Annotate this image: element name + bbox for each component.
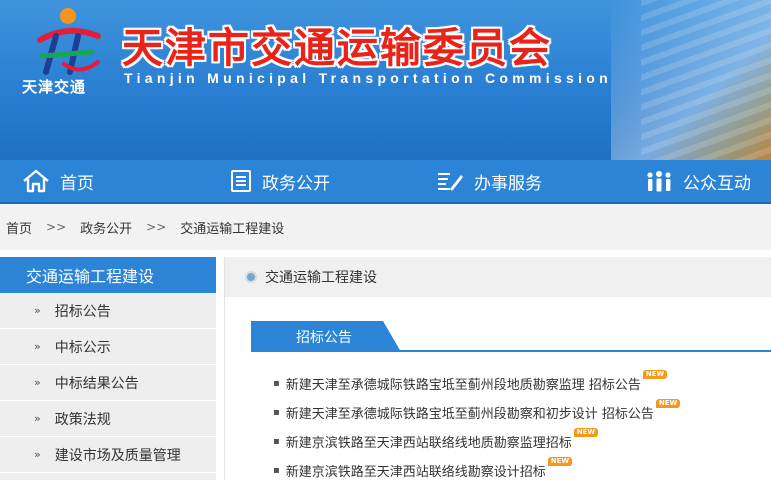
breadcrumb-government[interactable]: 政务公开 — [80, 218, 132, 237]
sidebar-item-policy[interactable]: » 政策法规 — [0, 401, 216, 437]
nav-item-label: 政务公开 — [262, 173, 330, 194]
sidebar-item-label: 建设市场及质量管理 — [54, 447, 181, 464]
home-icon — [23, 169, 49, 193]
sidebar-item-label: 政策法规 — [54, 411, 111, 428]
breadcrumb-home[interactable]: 首页 — [6, 218, 32, 237]
breadcrumb-current[interactable]: 交通运输工程建设 — [180, 218, 284, 237]
list-item-title[interactable]: 新建京滨铁路至天津西站联络线勘察设计招标 — [286, 461, 546, 480]
chevron-right-icon: » — [34, 412, 41, 425]
square-bullet-icon: ▪ — [273, 407, 280, 418]
nav-item-label: 首页 — [60, 173, 94, 194]
breadcrumb-separator: >> — [46, 220, 67, 234]
sidebar-item-label: 中标公示 — [54, 339, 111, 356]
sidebar-item-market-quality[interactable]: » 建设市场及质量管理 — [0, 437, 216, 473]
chevron-right-icon: » — [34, 340, 41, 353]
nav-item-label: 办事服务 — [474, 173, 542, 194]
list-item-title[interactable]: 新建京滨铁路至天津西站联络线地质勘察监理招标 — [286, 432, 572, 451]
header-banner: 天津交通 天津市交通运输委员会 Tianjin Municipal Transp… — [0, 0, 771, 160]
edit-icon — [438, 173, 463, 191]
notice-list: ▪ 新建天津至承德城际铁路宝坻至蓟州段地质勘察监理 招标公告 NEW ▪ 新建天… — [273, 369, 681, 485]
new-badge: NEW — [547, 457, 573, 466]
list-item-title[interactable]: 新建天津至承德城际铁路宝坻至蓟州段地质勘察监理 招标公告 — [286, 374, 641, 393]
sidebar-item-bidding-notice[interactable]: » 招标公告 — [0, 293, 216, 329]
nav-item-interaction[interactable]: 公众互动 — [645, 160, 751, 202]
list-item[interactable]: ▪ 新建天津至承德城际铁路宝坻至蓟州段勘察和初步设计 招标公告 NEW — [273, 398, 681, 427]
sidebar: 交通运输工程建设 » 招标公告 » 中标公示 » 中标结果公告 » 政策法规 »… — [0, 257, 216, 480]
tab-bidding-notice[interactable]: 招标公告 — [251, 321, 401, 352]
new-badge: NEW — [573, 428, 599, 437]
chevron-right-icon: » — [34, 304, 41, 317]
list-item-title[interactable]: 新建天津至承德城际铁路宝坻至蓟州段勘察和初步设计 招标公告 — [286, 403, 654, 422]
breadcrumb: 首页 >> 政务公开 >> 交通运输工程建设 — [0, 204, 771, 250]
bullet-dot-icon — [245, 271, 257, 283]
sidebar-item-award-publicity[interactable]: » 中标公示 — [0, 329, 216, 365]
list-item[interactable]: ▪ 新建天津至承德城际铁路宝坻至蓟州段地质勘察监理 招标公告 NEW — [273, 369, 680, 398]
main-nav: 首页 政务公开 办事服务 公众互动 — [0, 160, 771, 204]
sidebar-item-award-result[interactable]: » 中标结果公告 — [0, 365, 216, 401]
square-bullet-icon: ▪ — [273, 378, 280, 389]
sidebar-item-label: 中标结果公告 — [54, 375, 139, 392]
logo-emblem-icon — [37, 8, 101, 75]
sidebar-item-label: 招标公告 — [54, 303, 111, 320]
section-header: 交通运输工程建设 — [225, 257, 771, 297]
logo-caption: 天津交通 — [22, 78, 87, 96]
square-bullet-icon: ▪ — [273, 465, 280, 476]
nav-item-government[interactable]: 政务公开 — [230, 160, 330, 202]
nav-item-label: 公众互动 — [683, 173, 751, 194]
document-icon — [231, 170, 251, 192]
chevron-right-icon: » — [34, 448, 41, 461]
square-bullet-icon: ▪ — [273, 436, 280, 447]
people-icon — [647, 171, 671, 192]
breadcrumb-separator: >> — [146, 220, 167, 234]
sidebar-title: 交通运输工程建设 — [0, 257, 216, 293]
section-title: 交通运输工程建设 — [265, 270, 377, 286]
nav-item-services[interactable]: 办事服务 — [436, 160, 542, 202]
site-title-english: Tianjin Municipal Transportation Commiss… — [124, 70, 613, 86]
list-item[interactable]: ▪ 新建京滨铁路至天津西站联络线地质勘察监理招标 NEW — [273, 427, 680, 456]
list-item[interactable]: ▪ 新建京滨铁路至天津西站联络线勘察设计招标 NEW — [273, 456, 680, 485]
new-badge: NEW — [655, 399, 681, 408]
nav-item-home[interactable]: 首页 — [22, 160, 94, 202]
banner-decoration — [641, 0, 771, 160]
new-badge: NEW — [642, 370, 668, 379]
main-content: 交通运输工程建设 招标公告 ▪ 新建天津至承德城际铁路宝坻至蓟州段地质勘察监理 … — [224, 257, 771, 480]
chevron-right-icon: » — [34, 376, 41, 389]
site-title: 天津市交通运输委员会 — [122, 24, 552, 72]
